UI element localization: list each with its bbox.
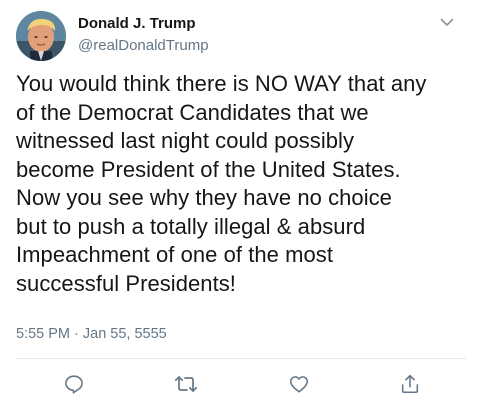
share-button[interactable] <box>398 372 422 396</box>
share-icon <box>401 374 419 394</box>
tweet-timestamp[interactable]: 5:55 PM · Jan 55, 5555 <box>16 326 167 342</box>
author-handle[interactable]: @realDonaldTrump <box>78 37 209 54</box>
reply-button[interactable] <box>62 372 86 396</box>
heart-icon <box>289 376 309 393</box>
author-name[interactable]: Donald J. Trump <box>78 15 196 32</box>
reply-icon <box>65 375 83 394</box>
chevron-down-icon[interactable] <box>436 14 458 30</box>
tweet-text: You would think there is NO WAY that any… <box>16 71 427 296</box>
avatar-image <box>16 11 66 61</box>
divider <box>16 358 466 359</box>
like-button[interactable] <box>287 372 311 396</box>
avatar[interactable] <box>16 11 66 61</box>
retweet-icon <box>174 376 198 392</box>
tweet-card: Donald J. Trump @realDonaldTrump You wou… <box>0 0 480 410</box>
retweet-button[interactable] <box>174 372 198 396</box>
